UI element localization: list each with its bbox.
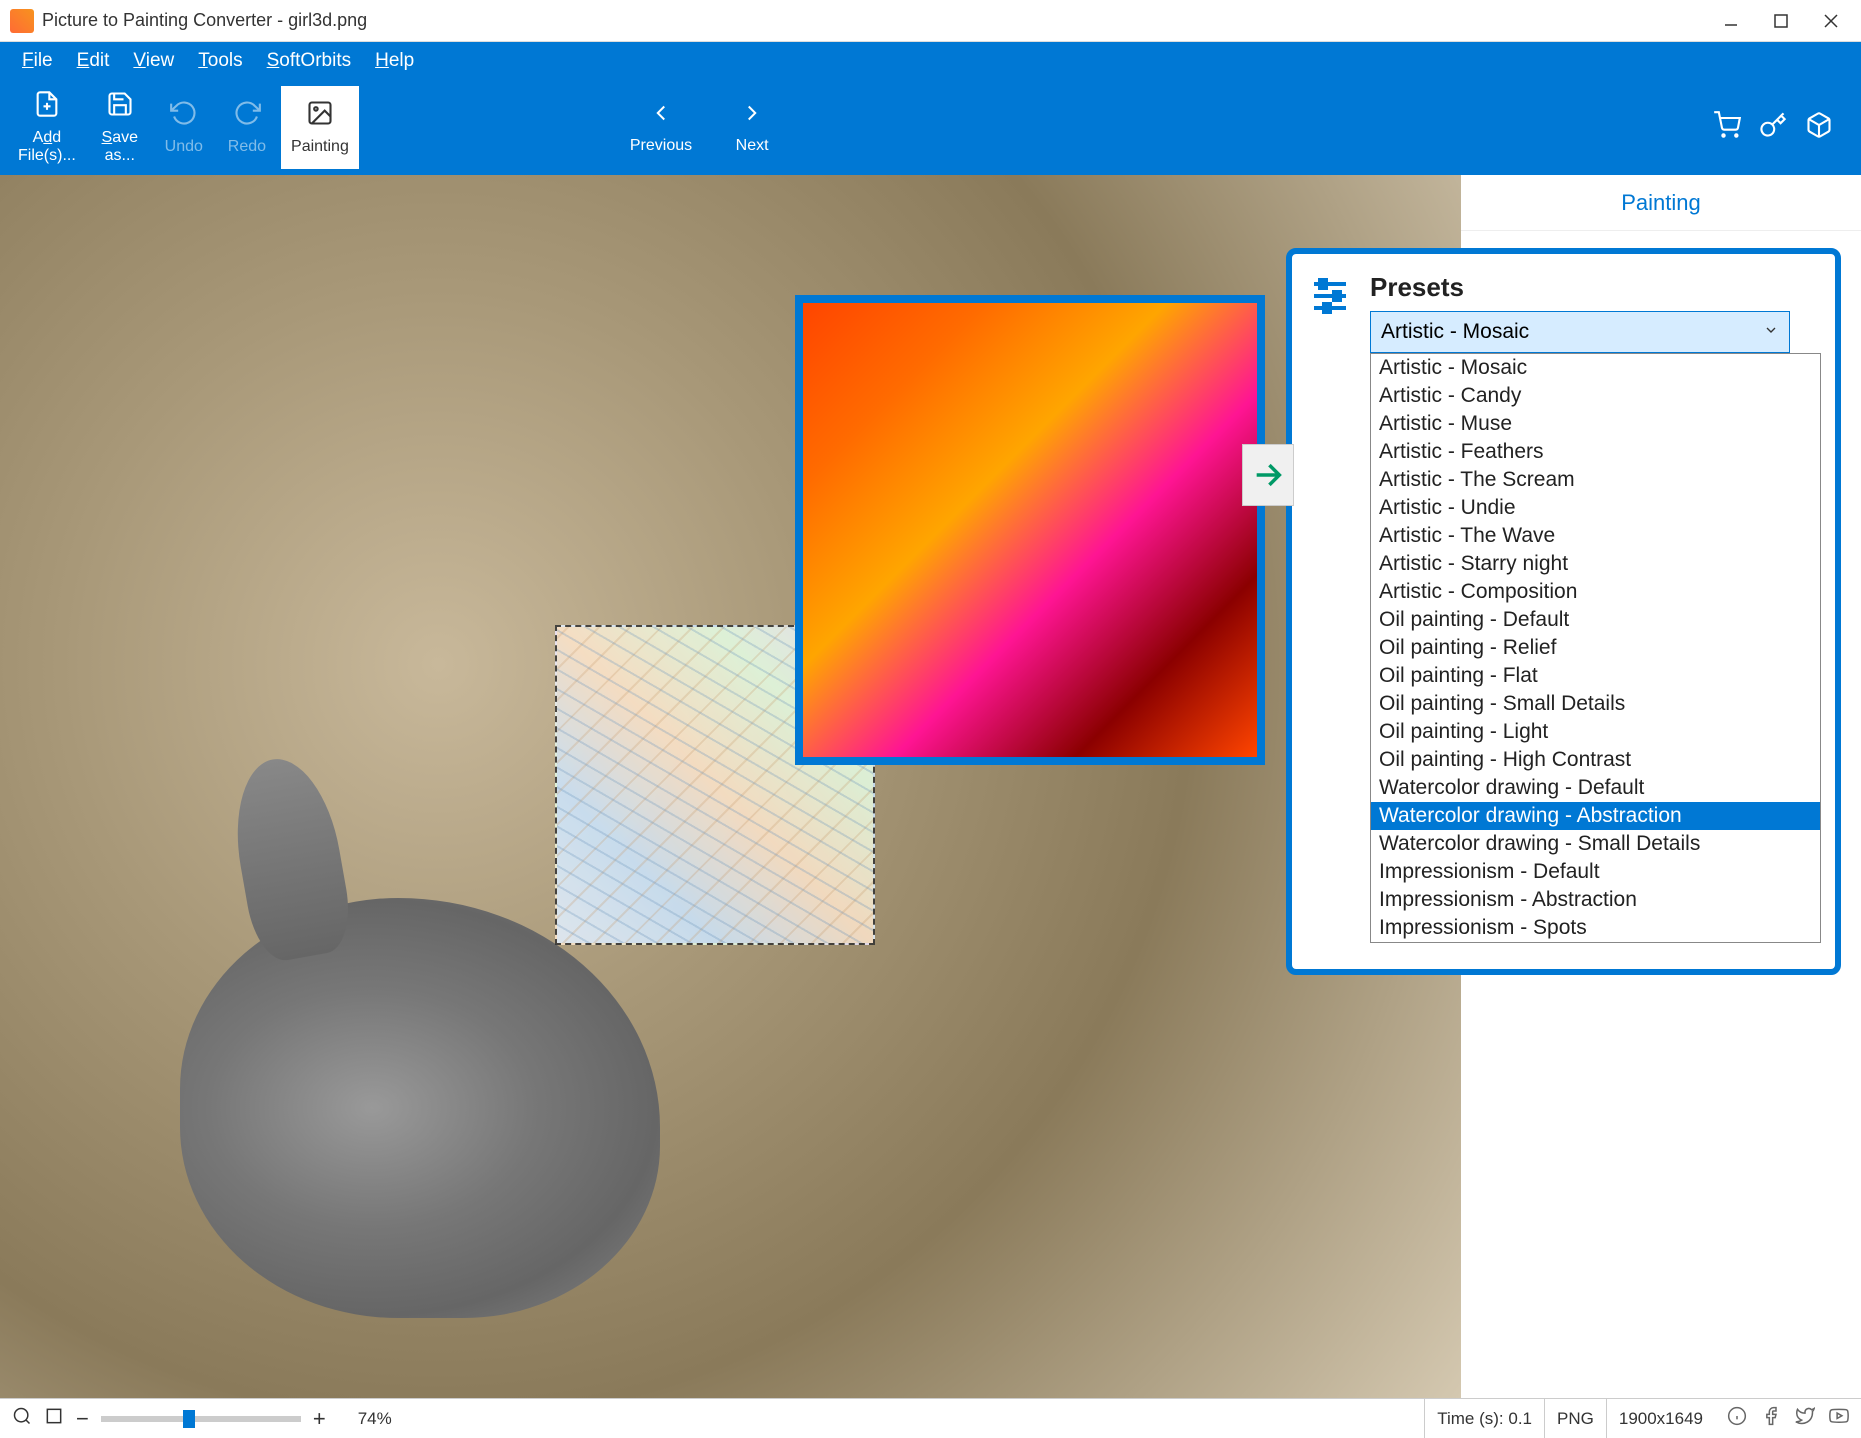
painting-icon [306,99,334,134]
sliders-icon [1306,272,1354,320]
preset-option[interactable]: Artistic - Muse [1371,410,1820,438]
fit-screen-icon[interactable] [44,1406,64,1431]
undo-icon [170,99,198,134]
preset-option[interactable]: Watercolor drawing - Abstraction [1371,802,1820,830]
redo-label: Redo [228,138,266,156]
preset-option[interactable]: Artistic - Starry night [1371,550,1820,578]
package-icon[interactable] [1805,111,1833,144]
zoom-slider[interactable] [101,1416,301,1422]
preset-option[interactable]: Impressionism - Spots [1371,914,1820,942]
zoom-in-button[interactable]: + [313,1406,326,1432]
status-dimensions: 1900x1649 [1606,1399,1715,1438]
maximize-button[interactable] [1771,11,1791,31]
preset-option[interactable]: Watercolor drawing - Default [1371,774,1820,802]
statusbar: − + 74% Time (s): 0.1 PNG 1900x1649 [0,1398,1861,1438]
painting-button[interactable]: Painting [280,85,360,170]
preset-option[interactable]: Artistic - The Scream [1371,466,1820,494]
tab-painting[interactable]: Painting [1461,175,1861,231]
status-format: PNG [1544,1399,1606,1438]
cart-icon[interactable] [1713,111,1741,144]
presets-title: Presets [1370,272,1821,303]
undo-button[interactable]: Undo [154,85,214,170]
menu-edit[interactable]: Edit [65,46,122,76]
preset-option[interactable]: Artistic - The Wave [1371,522,1820,550]
info-icon[interactable] [1727,1406,1747,1431]
menu-view[interactable]: View [121,46,186,76]
preset-option[interactable]: Artistic - Undie [1371,494,1820,522]
toolbar: AddFile(s)... Saveas... Undo Redo Painti… [0,80,1861,175]
next-button[interactable]: Next [722,85,782,170]
undo-label: Undo [165,138,203,156]
save-as-button[interactable]: Saveas... [90,85,150,170]
facebook-icon[interactable] [1761,1406,1781,1431]
add-files-button[interactable]: AddFile(s)... [8,85,86,170]
preset-option[interactable]: Oil painting - High Contrast [1371,746,1820,774]
magnify-icon[interactable] [12,1406,32,1431]
key-icon[interactable] [1759,111,1787,144]
previous-button[interactable]: Previous [620,85,702,170]
previous-label: Previous [630,137,692,155]
menubar: File Edit View Tools SoftOrbits Help [0,42,1861,80]
preset-option[interactable]: Artistic - Mosaic [1371,354,1820,382]
apply-arrow-button[interactable] [1242,444,1294,506]
preset-selected-value: Artistic - Mosaic [1381,320,1529,344]
next-icon [739,100,765,133]
preset-option[interactable]: Artistic - Composition [1371,578,1820,606]
menu-tools[interactable]: Tools [186,46,254,76]
preset-option[interactable]: Oil painting - Relief [1371,634,1820,662]
preview-region-painted[interactable] [795,295,1265,765]
preset-option[interactable]: Impressionism - Default [1371,858,1820,886]
zoom-slider-thumb[interactable] [183,1410,195,1428]
zoom-out-button[interactable]: − [76,1406,89,1432]
save-icon [106,90,134,125]
youtube-icon[interactable] [1829,1406,1849,1431]
menu-file[interactable]: File [10,46,65,76]
preset-option[interactable]: Oil painting - Default [1371,606,1820,634]
titlebar: Picture to Painting Converter - girl3d.p… [0,0,1861,42]
twitter-icon[interactable] [1795,1406,1815,1431]
menu-help[interactable]: Help [363,46,426,76]
painting-label: Painting [291,138,349,156]
minimize-button[interactable] [1721,11,1741,31]
menu-softorbits[interactable]: SoftOrbits [255,46,364,76]
preset-select[interactable]: Artistic - Mosaic [1370,311,1790,353]
preset-option[interactable]: Watercolor drawing - Small Details [1371,830,1820,858]
redo-icon [233,99,261,134]
preset-option[interactable]: Oil painting - Light [1371,718,1820,746]
add-file-icon [33,90,61,125]
preset-dropdown-list[interactable]: Artistic - MosaicArtistic - CandyArtisti… [1370,353,1821,943]
preset-option[interactable]: Impressionism - Abstraction [1371,886,1820,914]
preset-option[interactable]: Artistic - Candy [1371,382,1820,410]
preset-option[interactable]: Oil painting - Flat [1371,662,1820,690]
add-files-label: AddFile(s)... [18,129,76,164]
previous-icon [648,100,674,133]
close-button[interactable] [1821,11,1841,31]
save-as-label: Saveas... [102,129,138,164]
app-icon [10,9,34,33]
redo-button[interactable]: Redo [218,85,276,170]
next-label: Next [736,137,769,155]
status-time: Time (s): 0.1 [1424,1399,1544,1438]
preset-option[interactable]: Artistic - Feathers [1371,438,1820,466]
presets-panel: Presets Artistic - Mosaic Artistic - Mos… [1286,248,1841,975]
zoom-percent: 74% [358,1409,392,1429]
preset-option[interactable]: Oil painting - Small Details [1371,690,1820,718]
chevron-down-icon [1763,320,1779,344]
canvas-area[interactable] [0,175,1461,1398]
window-title: Picture to Painting Converter - girl3d.p… [42,10,1721,31]
